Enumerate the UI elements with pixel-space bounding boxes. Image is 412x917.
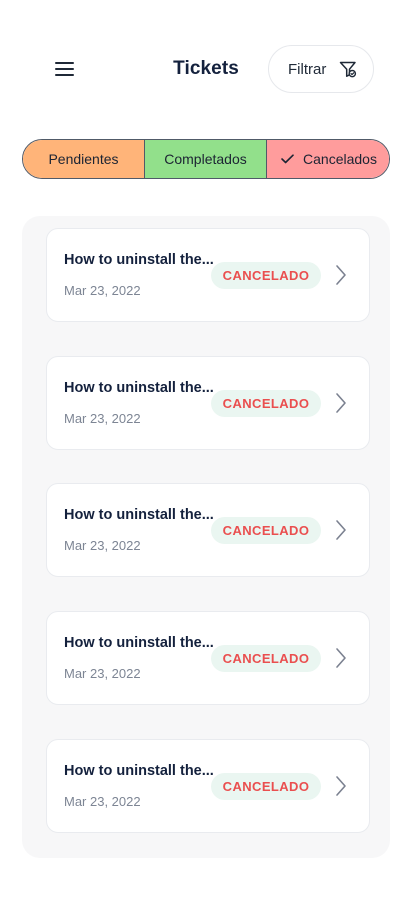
page-title: Tickets: [173, 58, 239, 79]
ticket-date: Mar 23, 2022: [64, 538, 141, 553]
chevron-right-icon: [336, 776, 346, 796]
tab-cancelados-label: Cancelados: [303, 151, 377, 167]
filter-button[interactable]: Filtrar: [268, 45, 374, 93]
ticket-title: How to uninstall the...: [64, 763, 214, 779]
filter-funnel-icon: [339, 61, 357, 78]
ticket-date: Mar 23, 2022: [64, 666, 141, 681]
chevron-right-icon: [336, 520, 346, 540]
tab-cancelados[interactable]: Cancelados: [267, 140, 389, 178]
ticket-title: How to uninstall the...: [64, 635, 214, 651]
status-badge: CANCELADO: [211, 262, 321, 289]
status-badge: CANCELADO: [211, 517, 321, 544]
check-icon: [281, 154, 294, 164]
app-header: Tickets Filtrar: [0, 0, 412, 140]
ticket-card[interactable]: How to uninstall the... Mar 23, 2022 CAN…: [46, 228, 370, 322]
chevron-right-icon: [336, 393, 346, 413]
hamburger-menu-icon: [55, 62, 74, 76]
status-badge: CANCELADO: [211, 645, 321, 672]
ticket-card[interactable]: How to uninstall the... Mar 23, 2022 CAN…: [46, 356, 370, 450]
tab-completados[interactable]: Completados: [145, 140, 267, 178]
status-badge: CANCELADO: [211, 390, 321, 417]
ticket-title: How to uninstall the...: [64, 507, 214, 523]
filter-button-label: Filtrar: [288, 60, 327, 78]
status-tabs: Pendientes Completados Cancelados: [22, 139, 390, 179]
ticket-date: Mar 23, 2022: [64, 794, 141, 809]
status-badge: CANCELADO: [211, 773, 321, 800]
ticket-date: Mar 23, 2022: [64, 411, 141, 426]
ticket-date: Mar 23, 2022: [64, 283, 141, 298]
tab-pendientes[interactable]: Pendientes: [23, 140, 145, 178]
chevron-right-icon: [336, 648, 346, 668]
menu-button[interactable]: [46, 52, 84, 86]
tab-pendientes-label: Pendientes: [48, 151, 119, 167]
ticket-title: How to uninstall the...: [64, 252, 214, 268]
chevron-right-icon: [336, 265, 346, 285]
ticket-card[interactable]: How to uninstall the... Mar 23, 2022 CAN…: [46, 611, 370, 705]
ticket-card[interactable]: How to uninstall the... Mar 23, 2022 CAN…: [46, 483, 370, 577]
ticket-list: How to uninstall the... Mar 23, 2022 CAN…: [22, 216, 390, 858]
ticket-title: How to uninstall the...: [64, 380, 214, 396]
ticket-card[interactable]: How to uninstall the... Mar 23, 2022 CAN…: [46, 739, 370, 833]
tab-completados-label: Completados: [164, 151, 247, 167]
